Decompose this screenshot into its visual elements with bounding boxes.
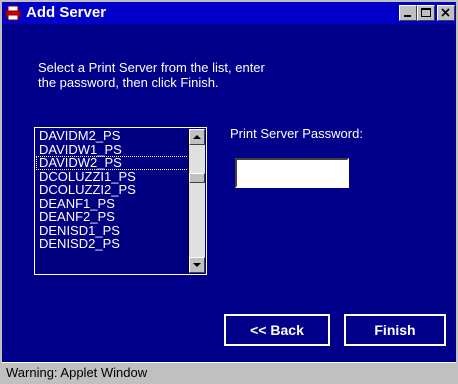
finish-button[interactable]: Finish [343,313,447,347]
server-listbox[interactable]: DAVIDM2_PS DAVIDW1_PS DAVIDW2_PS DCOLUZZ… [34,127,207,275]
close-icon[interactable] [437,5,455,21]
password-field[interactable] [235,158,349,188]
minimize-icon[interactable] [399,5,417,21]
scroll-down-icon[interactable] [189,257,205,273]
scroll-thumb[interactable] [189,173,205,183]
list-item[interactable]: DENISD2_PS [36,237,189,251]
list-item[interactable]: DAVIDW1_PS [36,142,189,157]
list-item[interactable]: DEANF1_PS [36,196,189,211]
window-title: Add Server [26,4,107,21]
list-item-selected[interactable]: DAVIDW2_PS [36,156,189,170]
title-bar[interactable]: Add Server [2,2,456,24]
list-item[interactable]: DAVIDM2_PS [36,129,189,143]
list-item[interactable]: DEANF2_PS [36,210,189,224]
list-item[interactable]: DENISD1_PS [36,223,189,238]
status-bar: Warning: Applet Window [2,362,456,383]
password-label: Print Server Password: [230,126,363,141]
list-item[interactable]: DCOLUZZI1_PS [36,169,189,184]
scroll-up-icon[interactable] [189,129,205,145]
printer-icon [5,5,21,21]
server-list-items: DAVIDM2_PS DAVIDW1_PS DAVIDW2_PS DCOLUZZ… [36,129,189,274]
list-scrollbar[interactable] [188,129,205,273]
status-text: Warning: Applet Window [6,365,148,380]
maximize-icon[interactable] [417,5,435,21]
back-button[interactable]: << Back [223,313,331,347]
add-server-window: Add Server Select a Print Server from th… [0,0,458,384]
instructions-text: Select a Print Server from the list, ent… [38,60,265,90]
list-item[interactable]: DCOLUZZI2_PS [36,183,189,197]
